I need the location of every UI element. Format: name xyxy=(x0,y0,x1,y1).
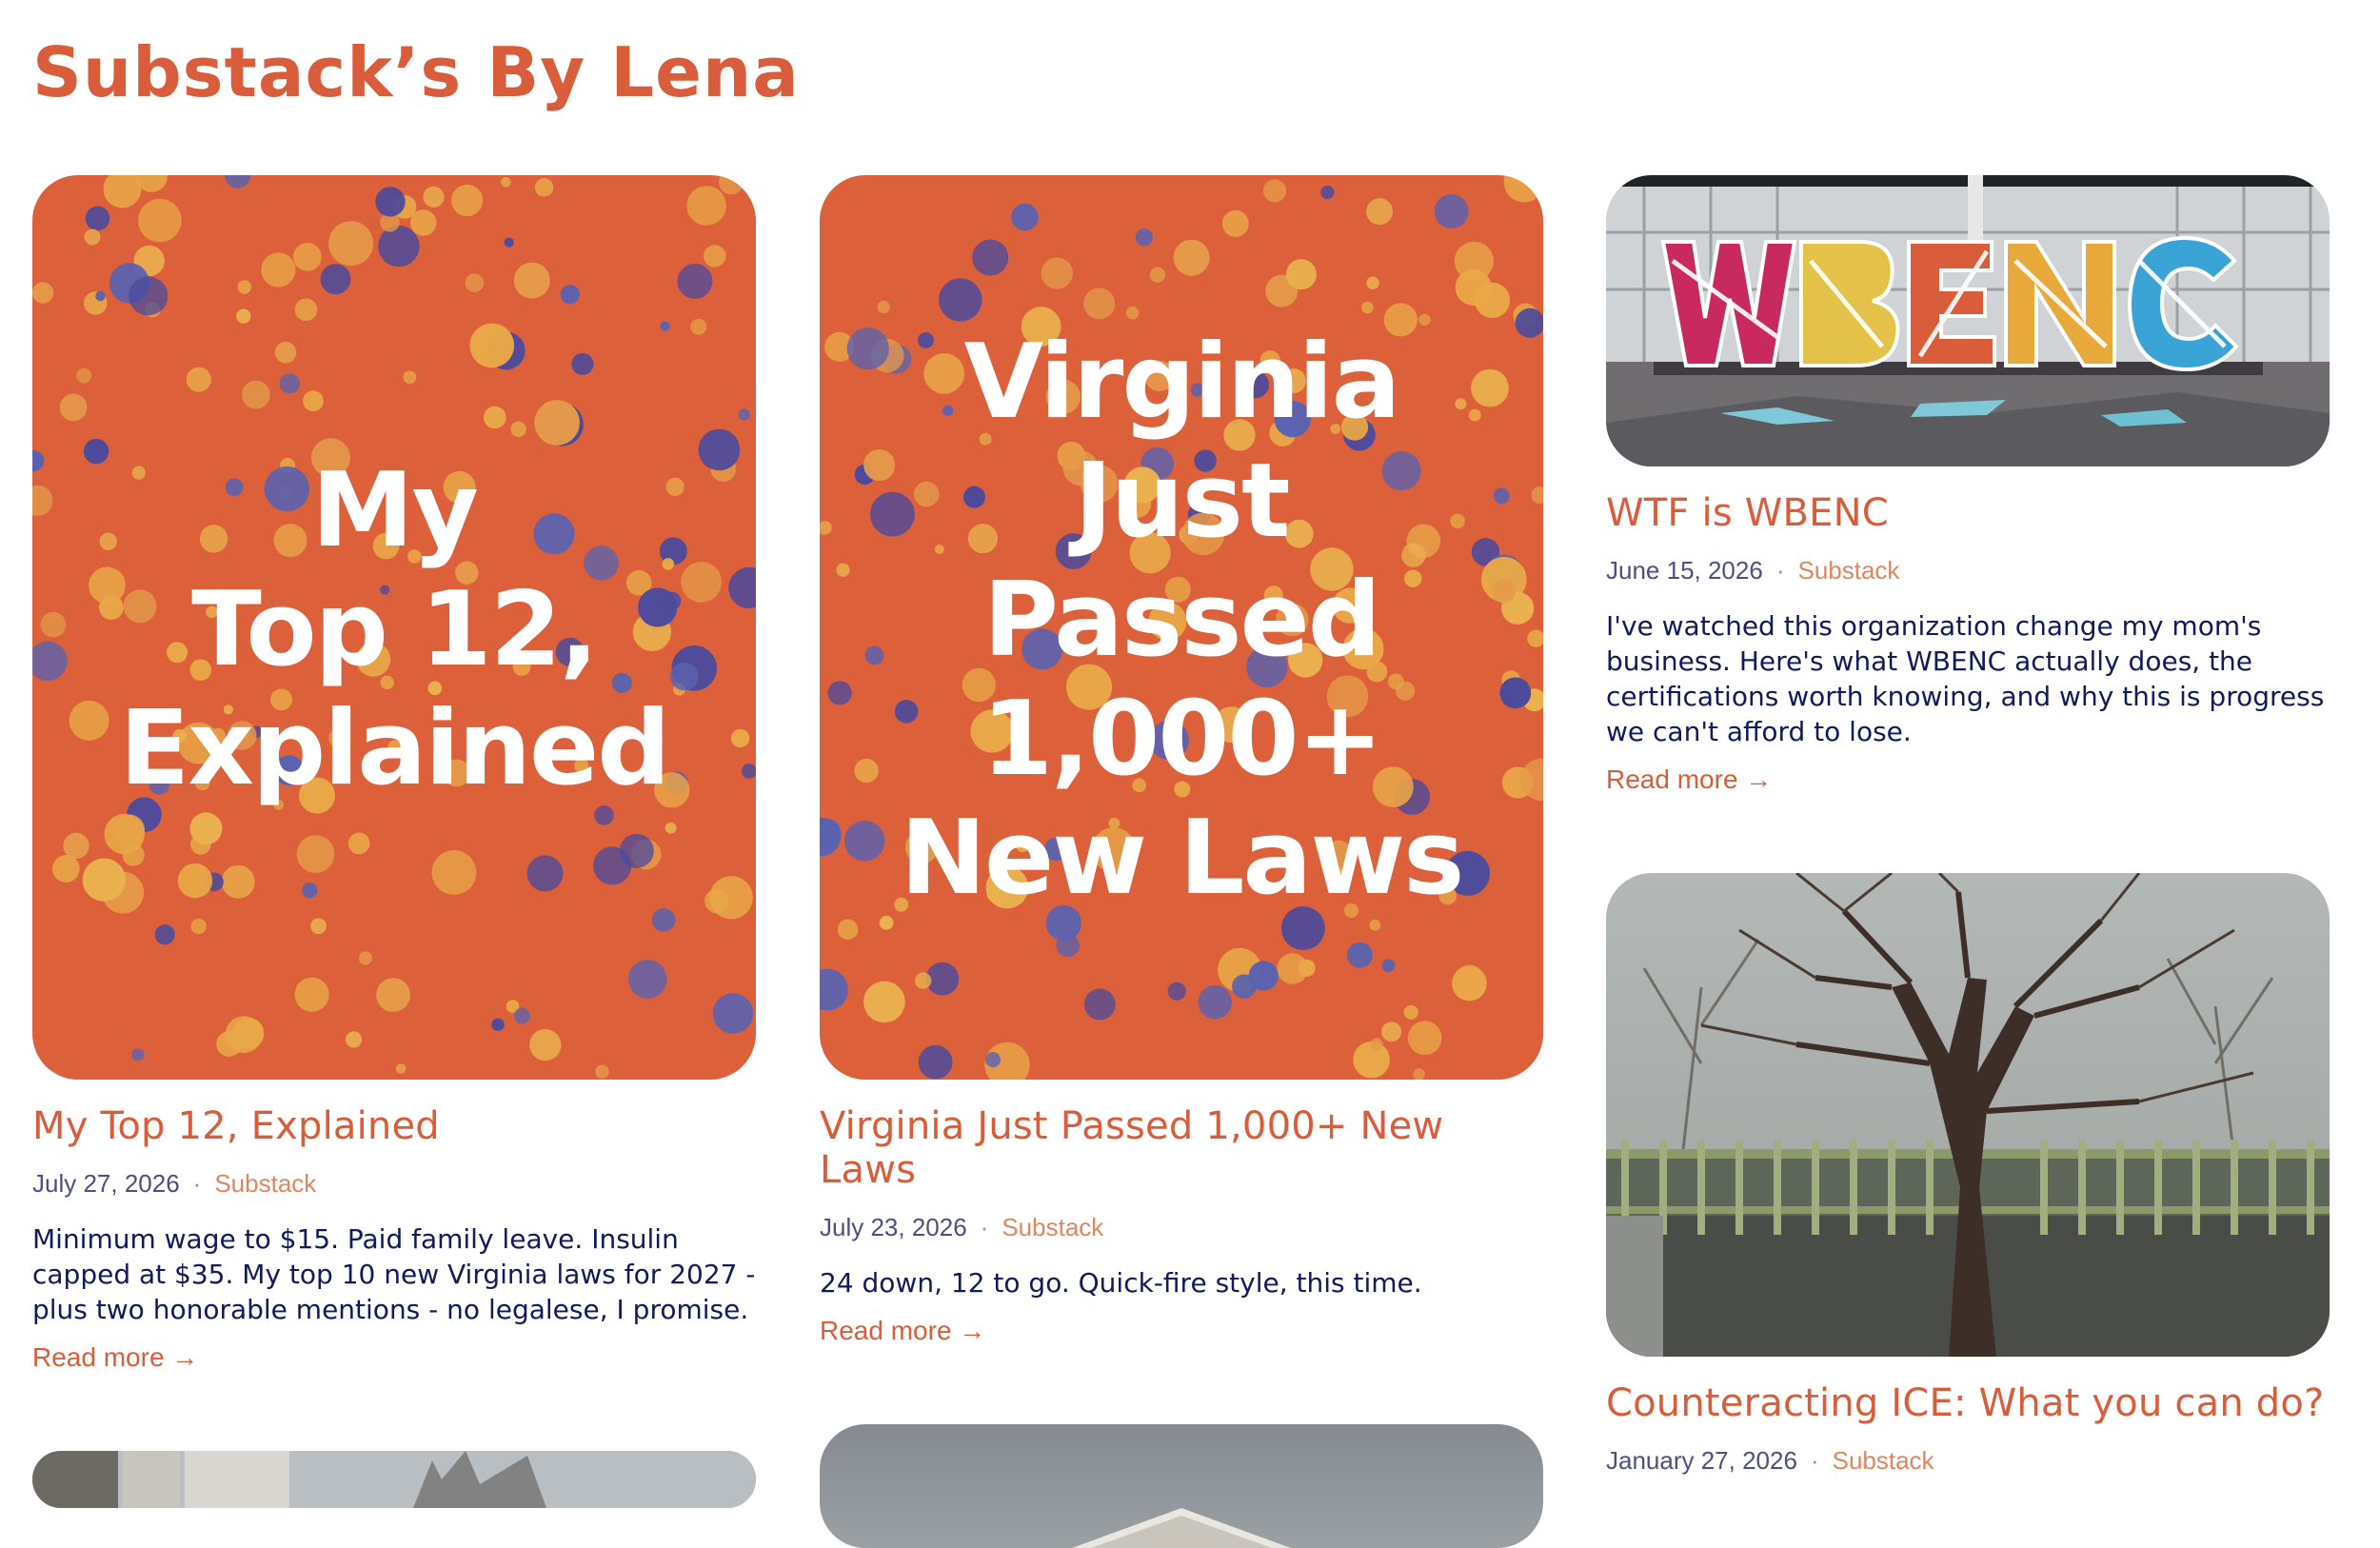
post-date: June 15, 2026 xyxy=(1606,556,1763,585)
cover-title: Virginia Just Passed 1,000+ New Laws xyxy=(820,323,1543,918)
meta-separator: · xyxy=(980,1213,989,1241)
cover-line: 1,000+ xyxy=(981,680,1383,799)
post-title[interactable]: Virginia Just Passed 1,000+ New Laws xyxy=(820,1104,1543,1192)
post-column-2: Virginia Just Passed 1,000+ New Laws Vir… xyxy=(820,175,1543,1548)
post-column-3: WTF is WBENC June 15, 2026 · Substack I've… xyxy=(1606,175,2330,1476)
post-date: July 23, 2026 xyxy=(820,1213,967,1241)
post-meta: June 15, 2026 · Substack xyxy=(1606,556,2330,585)
meta-separator: · xyxy=(1775,556,1785,585)
read-more-link[interactable]: Read more → xyxy=(820,1316,985,1346)
post-excerpt: Minimum wage to $15. Paid family leave. … xyxy=(32,1223,756,1325)
wbenc-sign-photo xyxy=(1606,175,2330,466)
meta-separator: · xyxy=(1810,1446,1819,1475)
post-cover-image[interactable]: Virginia Just Passed 1,000+ New Laws xyxy=(820,175,1543,1080)
post-cover-image[interactable] xyxy=(820,1424,1543,1548)
post-source[interactable]: Substack xyxy=(1002,1213,1103,1241)
tree-garden-photo xyxy=(1606,873,2330,1357)
post-meta: July 23, 2026 · Substack xyxy=(820,1213,1543,1242)
cover-line: Virginia xyxy=(963,323,1400,442)
page-title: Substack’s By Lena xyxy=(32,32,800,112)
post-excerpt: I've watched this organization change my… xyxy=(1606,610,2325,747)
post-excerpt: 24 down, 12 to go. Quick-fire style, thi… xyxy=(820,1267,1422,1299)
house-tree-photo xyxy=(32,1451,756,1508)
cover-line: Explained xyxy=(119,689,670,808)
cover-line: New Laws xyxy=(900,799,1465,918)
post-date: July 27, 2026 xyxy=(32,1169,180,1198)
post-source[interactable]: Substack xyxy=(1797,556,1899,585)
post-title[interactable]: WTF is WBENC xyxy=(1606,491,2330,535)
read-more-link[interactable]: Read more → xyxy=(1606,764,1772,795)
post-cover-image[interactable]: My Top 12, Explained xyxy=(32,175,756,1080)
post-meta: January 27, 2026 · Substack xyxy=(1606,1446,2330,1476)
read-more-link[interactable]: Read more → xyxy=(32,1342,198,1373)
post-cover-image[interactable] xyxy=(1606,175,2330,466)
cover-line: My xyxy=(311,451,479,570)
post-source[interactable]: Substack xyxy=(1833,1446,1934,1475)
post-column-1: My Top 12, Explained My Top 12, Explaine… xyxy=(32,175,756,1508)
post-cover-image[interactable] xyxy=(32,1451,756,1508)
capitol-building-photo xyxy=(820,1424,1543,1548)
cover-line: Top 12, xyxy=(191,570,599,689)
meta-separator: · xyxy=(192,1169,202,1198)
post-meta: July 27, 2026 · Substack xyxy=(32,1169,756,1199)
cover-line: Passed xyxy=(982,561,1381,680)
post-title[interactable]: My Top 12, Explained xyxy=(32,1104,756,1148)
cover-line: Just xyxy=(1074,442,1291,561)
post-date: January 27, 2026 xyxy=(1606,1446,1797,1475)
post-source[interactable]: Substack xyxy=(214,1169,316,1198)
post-cover-image[interactable] xyxy=(1606,873,2330,1357)
post-title[interactable]: Counteracting ICE: What you can do? xyxy=(1606,1381,2330,1425)
cover-title: My Top 12, Explained xyxy=(32,451,756,808)
